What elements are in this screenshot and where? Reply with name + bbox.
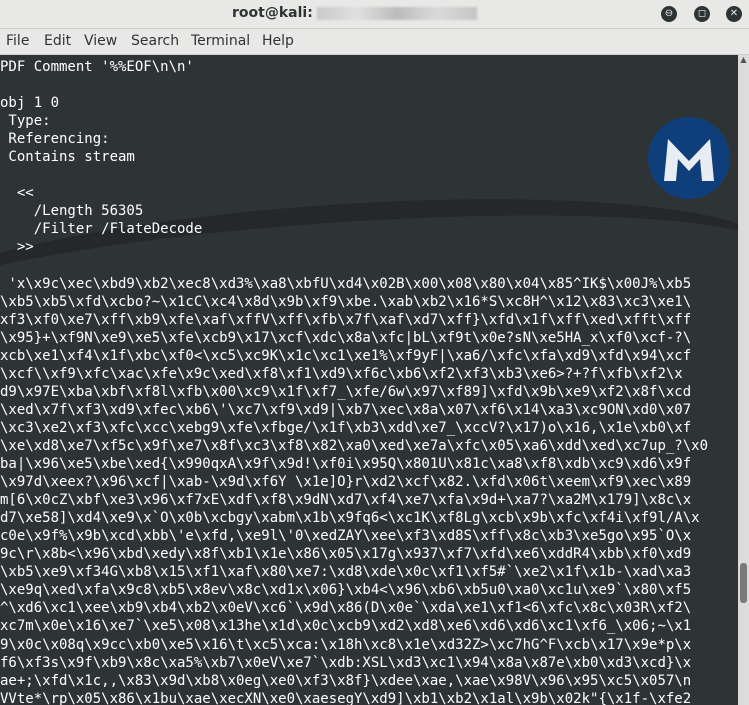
scrollbar[interactable]: ▲ <box>738 55 749 705</box>
menu-view[interactable]: View <box>84 33 117 49</box>
terminal-line: /Length 56305 <box>0 203 144 220</box>
terminal-line: \xed\x7f\xf3\xd9\xfec\xb6\'\xc7\xf9\xd9|… <box>0 401 692 418</box>
title-bar[interactable]: root@kali: ⊖ ◻ ✕ <box>0 0 749 29</box>
terminal-line: \xb5\xb5\xfd\xcbo?~\x1cC\xc4\x8d\x9b\xf9… <box>0 293 692 310</box>
terminal-line: d7\xe58]\xd4\xe9\x`O\x0b\xcbgy\xabm\x1b\… <box>0 510 700 527</box>
terminal-line: m[6\x0cZ\xbf\xe3\x96\xf7xE\xdf\xf8\x9dN\… <box>0 492 692 509</box>
menu-bar: File Edit View Search Terminal Help <box>0 29 749 55</box>
terminal-line: \xe9q\xed\xfa\x9c8\xb5\x8ev\x8c\xd1x\x06… <box>0 582 692 599</box>
menu-edit[interactable]: Edit <box>44 33 71 49</box>
terminal-line: PDF Comment '%%EOF\n\n' <box>0 59 194 75</box>
terminal-line: 9\x0c\x08q\x9cc\xb0\xe5\x16\t\xc5\xca:\x… <box>0 636 692 653</box>
redacted-hostname <box>316 6 477 20</box>
terminal-line: 9c\r\x8b<\x96\xbd\xedy\x8f\xb1\x1e\x86\x… <box>0 546 692 563</box>
terminal-line: \xc3\xe2\xf3\xfc\xcc\xebg9\xfe\xfbge/\x1… <box>0 419 692 436</box>
terminal-line: \x95}+\xf9N\xe9\xe5\xfe\xcb9\x17\xcf\xdc… <box>0 329 692 346</box>
menu-terminal[interactable]: Terminal <box>191 33 250 49</box>
terminal-line: ae+;\xfd\x1c,,\x83\x9d\xb8\x0eg\xe0\xf3\… <box>0 672 692 689</box>
minimize-button[interactable]: ⊖ <box>661 6 677 22</box>
terminal-line: 'x\x9c\xec\xbd9\xb2\xec8\xd3%\xa8\xbfU\x… <box>0 275 692 292</box>
scrollbar-thumb[interactable] <box>740 563 747 603</box>
maximize-button[interactable]: ◻ <box>694 6 710 22</box>
terminal-line: xc7m\x0e\x16\xe7`\xe5\x08\x13he\x1d\x0c\… <box>0 618 692 635</box>
terminal-line: \xe\xd8\xe7\xf5c\x9f\xe7\x8f\xc3\xf8\x82… <box>0 437 709 454</box>
menu-help[interactable]: Help <box>262 33 294 49</box>
terminal-line: >> <box>0 239 34 256</box>
terminal-line: \x97d\xeex?\x96\xcf|\xab-\x9d\xf6Y \x1e]… <box>0 474 692 491</box>
terminal-line: /Filter /FlateDecode <box>0 221 203 238</box>
terminal-line: f6\xf3s\x9f\xb9\x8c\xa5%\xb7\x0eV\xe7`\x… <box>0 654 692 671</box>
terminal-text: PDF Comment '%%EOF\n\n' obj 1 0 Type: Re… <box>0 58 708 705</box>
terminal-output[interactable]: PDF Comment '%%EOF\n\n' obj 1 0 Type: Re… <box>0 55 738 705</box>
terminal-line: obj 1 0 <box>0 95 60 112</box>
terminal-line: Referencing: <box>0 131 110 148</box>
scroll-up-arrow-icon[interactable]: ▲ <box>738 55 749 67</box>
menu-search[interactable]: Search <box>131 33 179 49</box>
terminal-line: ba|\x96\xe5\xbe\xed{\x990qxA\x9f\x9d!\xf… <box>0 456 692 473</box>
menu-file[interactable]: File <box>6 33 29 49</box>
terminal-line: Contains stream <box>0 149 135 166</box>
terminal-line: xcb\xe1\xf4\x1f\xbc\xf0<\xc5\xc9K\x1c\xc… <box>0 347 692 364</box>
terminal-line: << <box>0 185 34 202</box>
terminal-line: Type: <box>0 113 51 130</box>
close-button[interactable]: ✕ <box>726 6 742 22</box>
window-title: root@kali: <box>232 5 477 21</box>
terminal-line: c0e\x9f%\x9b\xcd\xbb\'e\xfd,\xe9l\'0\xed… <box>0 528 692 545</box>
terminal-line: \xb5\xe9\xf34G\xb8\x15\xf1\xaf\x80\xe7:\… <box>0 564 692 581</box>
window-title-text: root@kali: <box>232 5 313 21</box>
terminal-line: d9\x97E\xba\xbf\xf8l\xfb\x00\xc9\x1f\xf7… <box>0 383 692 400</box>
terminal-window: root@kali: ⊖ ◻ ✕ File Edit View Search T… <box>0 0 749 705</box>
terminal-line: xf3\xf0\xe7\xff\xb9\xfe\xaf\xffV\xff\xfb… <box>0 311 692 328</box>
terminal-line: \xcf\\xf9\xfc\xac\xfe\x9c\xed\xf8\xf1\xd… <box>0 365 683 382</box>
terminal-line: VVte*\rp\x05\x86\x1bu\xae\xecXN\xe0\xaes… <box>0 690 692 705</box>
terminal-line: ^\xd6\xc1\xee\xb9\xb4\xb2\x0eV\xc6`\x9d\… <box>0 600 692 617</box>
